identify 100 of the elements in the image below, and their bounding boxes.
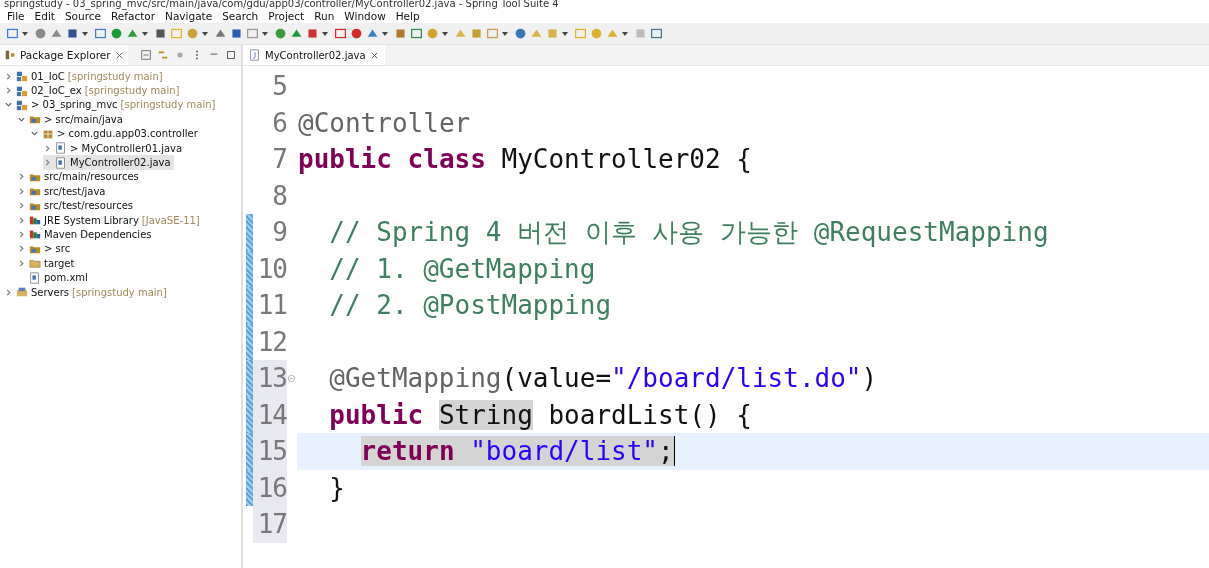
tree-item[interactable]: src/test/java — [17, 184, 109, 199]
chevron-right-icon[interactable] — [17, 201, 26, 211]
chevron-right-icon[interactable] — [4, 287, 13, 297]
menu-item[interactable]: Search — [217, 9, 264, 22]
close-icon[interactable] — [114, 50, 124, 60]
chevron-right-icon[interactable] — [17, 186, 26, 196]
code-token: class — [407, 144, 487, 175]
chevron-right-icon[interactable] — [17, 215, 26, 225]
chevron-right-icon[interactable] — [4, 86, 13, 96]
tree-item[interactable]: > src/main/java — [17, 112, 126, 127]
chevron-right-icon[interactable] — [17, 230, 26, 239]
menu-item[interactable]: File — [2, 9, 30, 22]
project-icon — [16, 98, 28, 111]
tree-item[interactable]: src/test/resources — [17, 198, 136, 213]
java-file-icon — [55, 142, 67, 155]
tree-item[interactable]: JRE System Library [JavaSE-11] — [17, 212, 203, 228]
line-number: 16 — [257, 472, 287, 503]
code-token: boardList() { — [547, 399, 752, 430]
tree-item[interactable]: 02_IoC_ex [springstudy main] — [4, 83, 183, 98]
tree-item-label: Maven Dependencies — [44, 229, 152, 240]
tree-item-label: src/test/java — [44, 185, 106, 197]
tree-item-label: pom.xml — [44, 272, 88, 284]
line-number: 6 — [272, 107, 287, 138]
dropdown-caret-icon[interactable] — [622, 31, 628, 36]
editor-tab[interactable]: MyController02.java — [243, 45, 385, 65]
dropdown-caret-icon[interactable] — [502, 31, 508, 36]
tree-item[interactable]: > src — [17, 241, 74, 257]
tree-item-decoration: [springstudy main] — [67, 70, 163, 82]
chevron-down-icon[interactable] — [30, 129, 39, 139]
tree-item-label: > MyController01.java — [70, 142, 183, 154]
menu-item[interactable]: Window — [339, 9, 391, 22]
code-token: @GetMapping — [329, 363, 502, 394]
tree-item[interactable]: pom.xml — [17, 270, 91, 285]
tree-item[interactable]: Servers [springstudy main] — [4, 284, 170, 300]
chevron-right-icon[interactable] — [43, 143, 52, 153]
dropdown-caret-icon[interactable] — [262, 31, 268, 36]
tree-item[interactable]: > 03_spring_mvc [springstudy main] — [4, 97, 219, 113]
code-token: // 2. @PostMapping — [329, 290, 612, 321]
fold-icon[interactable] — [287, 373, 296, 383]
dropdown-caret-icon[interactable] — [22, 31, 28, 36]
project-icon — [16, 84, 28, 97]
collapse-all-icon[interactable] — [140, 49, 152, 61]
menu-item[interactable]: Refactor — [106, 9, 161, 22]
dropdown-caret-icon[interactable] — [562, 31, 568, 36]
tree-item-label: src/main/resources — [44, 171, 139, 183]
java-file-icon — [55, 156, 67, 169]
package-explorer-icon — [4, 49, 16, 61]
code-token: "board/list" — [454, 436, 659, 467]
maximize-icon[interactable] — [225, 49, 237, 61]
menu-item[interactable]: Project — [263, 9, 310, 22]
close-icon[interactable] — [369, 50, 379, 60]
line-number: 14 — [257, 399, 287, 430]
chevron-right-icon[interactable] — [17, 258, 26, 268]
menu-item[interactable]: Run — [309, 9, 340, 22]
source-folder-icon — [29, 185, 41, 198]
dropdown-caret-icon[interactable] — [322, 31, 328, 36]
menu-item[interactable]: Help — [390, 9, 425, 22]
menu-item[interactable]: Navigate — [160, 9, 218, 22]
tree-item-decoration: [springstudy main] — [72, 286, 167, 298]
project-icon — [16, 70, 28, 83]
tree-item-label: Servers — [31, 286, 69, 298]
chevron-right-icon[interactable] — [43, 158, 52, 168]
code-token: return — [360, 436, 455, 467]
code-token: String — [438, 399, 533, 430]
dropdown-caret-icon[interactable] — [82, 31, 88, 36]
tree-item-label: MyController02.java — [70, 157, 171, 169]
tree-item[interactable]: > com.gdu.app03.controller — [30, 126, 201, 141]
view-tab[interactable]: Package Explorer — [0, 45, 128, 65]
dropdown-caret-icon[interactable] — [202, 31, 208, 36]
tree-item[interactable]: MyController02.java — [43, 155, 174, 170]
chevron-right-icon[interactable] — [17, 244, 26, 254]
tree-item[interactable]: Maven Dependencies — [17, 227, 155, 242]
library-icon — [29, 214, 41, 227]
menu-item[interactable]: Source — [59, 9, 106, 22]
tree-item-label: 02_IoC_ex — [31, 85, 82, 97]
source-folder-icon — [29, 113, 41, 126]
tree-item-decoration: [springstudy main] — [84, 85, 180, 97]
tree-item-label: > com.gdu.app03.controller — [57, 128, 198, 140]
servers-icon — [16, 286, 28, 299]
dropdown-caret-icon[interactable] — [142, 31, 148, 36]
line-number: 5 — [272, 71, 287, 102]
tree-item[interactable]: target — [17, 256, 78, 271]
tree-item[interactable]: src/main/resources — [17, 169, 142, 185]
chevron-right-icon[interactable] — [17, 172, 26, 182]
line-number: 10 — [257, 253, 287, 284]
line-number: 13 — [257, 363, 287, 394]
text-cursor — [673, 436, 676, 467]
chevron-down-icon[interactable] — [4, 100, 13, 110]
tree-item-label: > src — [44, 243, 71, 255]
dropdown-caret-icon[interactable] — [442, 31, 448, 36]
dropdown-caret-icon[interactable] — [382, 31, 388, 36]
code-token: ) — [861, 363, 878, 394]
library-icon — [29, 228, 41, 241]
tree-item-label: > src/main/java — [44, 113, 123, 125]
chevron-right-icon[interactable] — [4, 71, 13, 81]
xml-file-icon — [29, 271, 41, 284]
tree-item[interactable]: > MyController01.java — [43, 140, 186, 156]
menu-item[interactable]: Edit — [29, 9, 60, 22]
tree-item[interactable]: 01_IoC [springstudy main] — [4, 69, 166, 84]
line-number: 11 — [257, 290, 287, 321]
